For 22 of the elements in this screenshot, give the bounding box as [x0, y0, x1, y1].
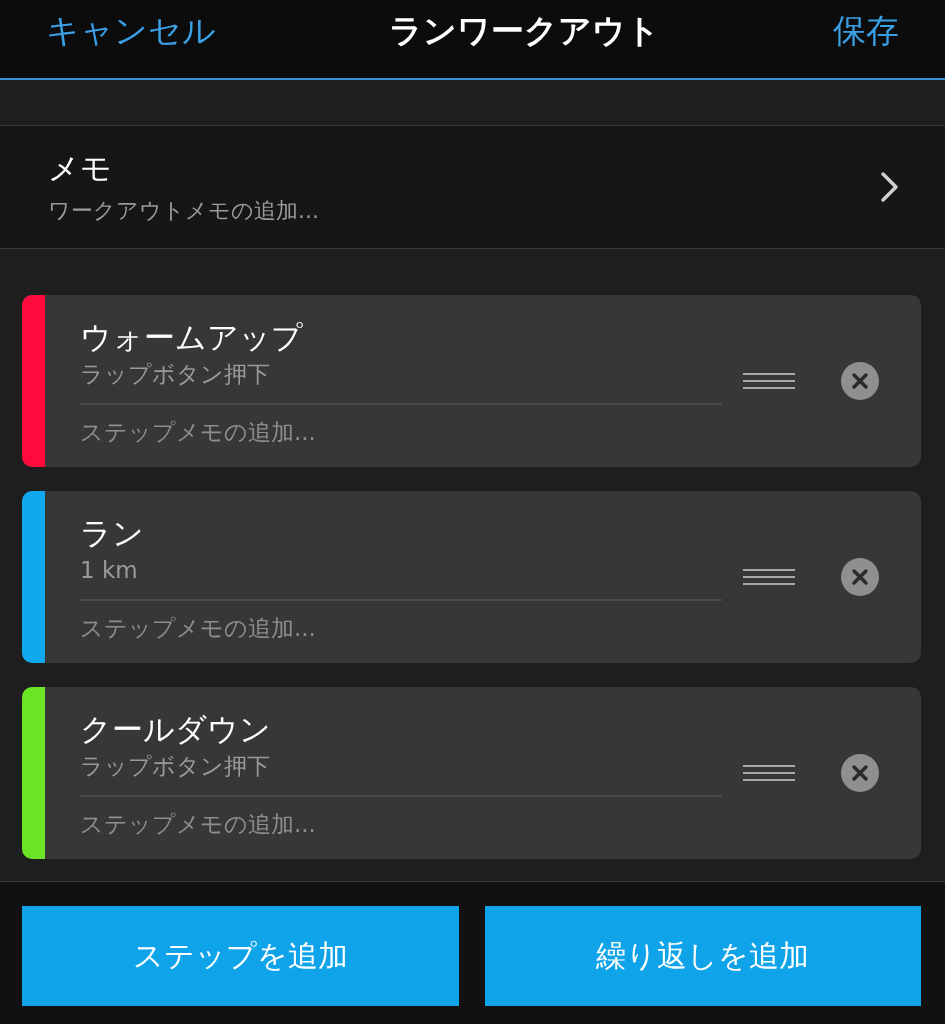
step-name: クールダウン: [80, 710, 272, 749]
remove-icon[interactable]: [841, 558, 879, 596]
screen-title: ランワークアウト: [389, 9, 660, 52]
step-name: ラン: [80, 514, 145, 553]
step-name: ウォームアップ: [80, 318, 304, 357]
remove-icon[interactable]: [841, 754, 879, 792]
step-duration: ラップボタン押下: [80, 749, 722, 797]
drag-handle-icon[interactable]: [743, 372, 795, 390]
memo-label: メモ: [48, 149, 113, 188]
save-button[interactable]: 保存: [833, 8, 899, 54]
chevron-icon: [879, 170, 901, 204]
step-note-field[interactable]: ステップメモの追加...: [80, 797, 722, 837]
cancel-button[interactable]: キャンセル: [46, 8, 216, 54]
drag-handle-icon[interactable]: [743, 764, 795, 782]
step-note-field[interactable]: ステップメモの追加...: [80, 601, 722, 641]
remove-icon[interactable]: [841, 362, 879, 400]
step-note-field[interactable]: ステップメモの追加...: [80, 405, 722, 445]
step-duration: ラップボタン押下: [80, 357, 722, 405]
memo-hint: ワークアウトメモの追加...: [48, 197, 319, 225]
drag-handle-icon[interactable]: [743, 568, 795, 586]
step-duration: 1 km: [80, 553, 722, 601]
memo-row[interactable]: メモ ワークアウトメモの追加...: [0, 126, 945, 249]
